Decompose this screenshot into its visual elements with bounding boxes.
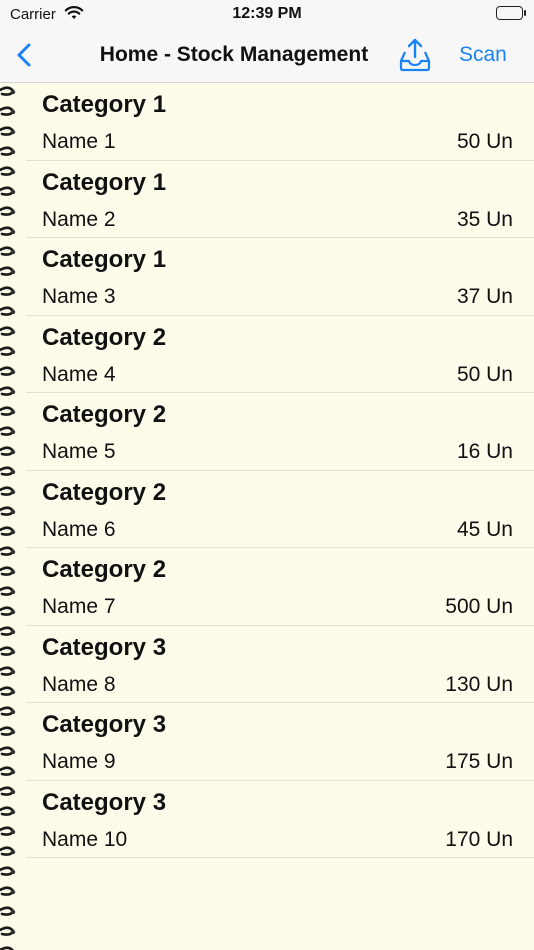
item-name: Name 2 xyxy=(42,207,116,231)
item-name: Name 4 xyxy=(42,362,116,386)
item-quantity: 37 Un xyxy=(456,285,513,308)
item-name: Name 6 xyxy=(42,517,116,541)
battery-icon xyxy=(496,6,526,21)
item-category: Category 2 xyxy=(42,478,167,506)
item-name: Name 10 xyxy=(42,827,128,851)
list-item[interactable]: Category 3 Name 9 175 Un xyxy=(26,703,534,781)
item-name: Name 1 xyxy=(42,130,116,153)
item-category: Category 2 xyxy=(42,556,167,583)
item-category: Category 1 xyxy=(42,91,167,118)
list-item[interactable]: Category 2 Name 6 45 Un xyxy=(26,471,534,548)
list-item[interactable]: Category 1 Name 1 50 Un xyxy=(26,83,534,161)
item-category: Category 1 xyxy=(42,246,167,273)
list-item[interactable]: Category 1 Name 3 37 Un xyxy=(26,238,534,316)
item-category: Category 3 xyxy=(42,711,167,738)
item-category: Category 3 xyxy=(42,633,167,661)
list-item[interactable]: Category 3 Name 10 170 Un xyxy=(26,781,534,858)
tray-upload-icon xyxy=(399,38,431,72)
scan-button[interactable]: Scan xyxy=(459,43,507,67)
status-time: 12:39 PM xyxy=(232,5,302,22)
item-name: Name 7 xyxy=(42,595,116,618)
item-quantity: 50 Un xyxy=(456,362,513,386)
item-quantity: 175 Un xyxy=(445,750,513,773)
item-category: Category 2 xyxy=(42,401,167,428)
share-button[interactable] xyxy=(396,36,434,74)
item-category: Category 2 xyxy=(42,323,167,351)
item-name: Name 5 xyxy=(42,440,116,463)
item-category: Category 1 xyxy=(42,168,167,196)
spiral-binding xyxy=(0,83,18,950)
list-item[interactable]: Category 2 Name 5 16 Un xyxy=(26,393,534,471)
list-item[interactable]: Category 2 Name 4 50 Un xyxy=(26,316,534,393)
item-name: Name 8 xyxy=(42,672,116,696)
item-name: Name 9 xyxy=(42,750,116,773)
item-quantity: 170 Un xyxy=(445,827,513,851)
list-item[interactable]: Category 3 Name 8 130 Un xyxy=(26,626,534,703)
stock-list: Category 1 Name 1 50 Un Category 1 Name 2 35 … xyxy=(26,83,534,858)
item-quantity: 45 Un xyxy=(456,517,513,541)
item-quantity: 50 Un xyxy=(456,130,513,153)
status-bar: Carrier 12:39 PM xyxy=(0,0,534,30)
item-name: Name 3 xyxy=(42,285,116,308)
item-quantity: 130 Un xyxy=(445,672,513,696)
item-category: Category 3 xyxy=(42,788,167,816)
item-quantity: 16 Un xyxy=(456,440,513,463)
navigation-bar: Home - Stock Management Scan xyxy=(0,30,534,83)
list-item[interactable]: Category 1 Name 2 35 Un xyxy=(26,161,534,238)
item-quantity: 35 Un xyxy=(456,207,513,231)
list-item[interactable]: Category 2 Name 7 500 Un xyxy=(26,548,534,626)
item-quantity: 500 Un xyxy=(445,595,513,618)
